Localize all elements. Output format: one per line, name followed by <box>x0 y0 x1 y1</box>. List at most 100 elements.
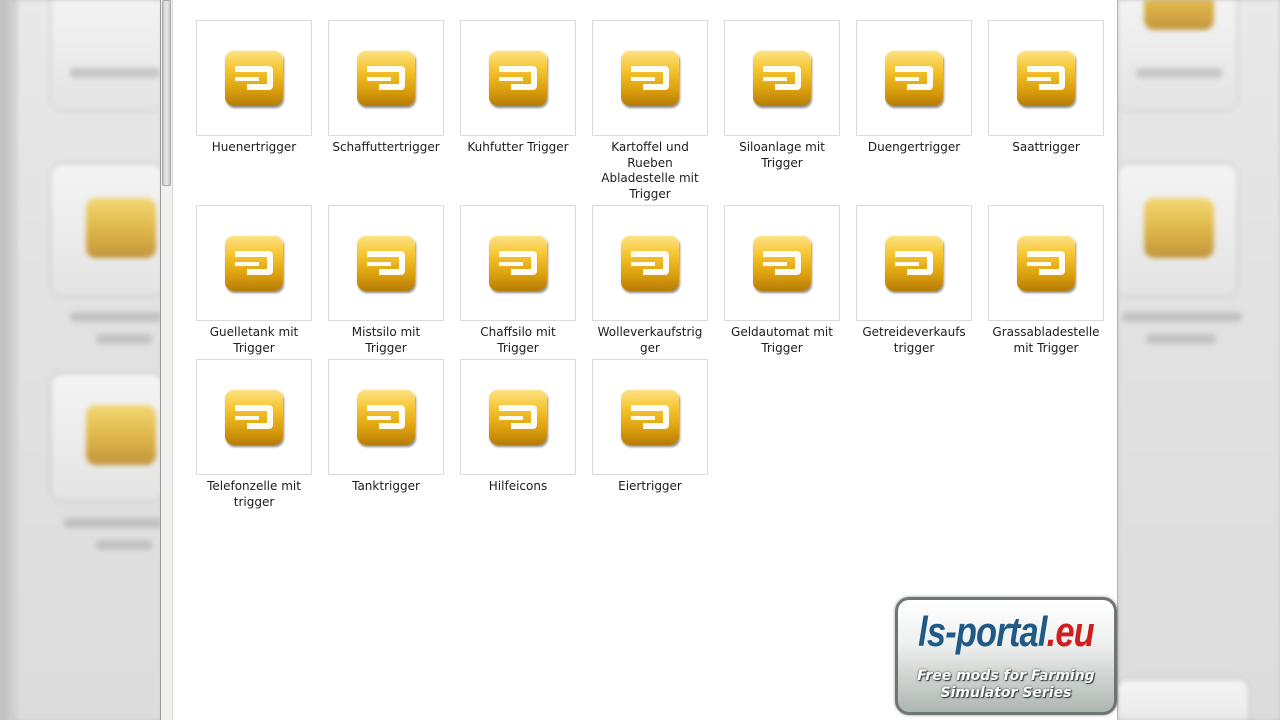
file-label[interactable]: Guelletank mit Trigger <box>196 325 312 356</box>
file-item[interactable]: Geldautomat mit Trigger <box>724 205 840 356</box>
file-item[interactable]: Kuhfutter Trigger <box>460 20 576 156</box>
file-item[interactable]: Eiertrigger <box>592 359 708 495</box>
file-item[interactable]: Kartoffel und Rueben Abladestelle mit Tr… <box>592 20 708 202</box>
file-label[interactable]: Kartoffel und Rueben Abladestelle mit Tr… <box>592 140 708 202</box>
file-item[interactable]: Getreideverkaufstrigger <box>856 205 972 356</box>
watermark-logo-part1: ls-portal <box>918 608 1047 655</box>
file-thumbnail[interactable] <box>460 205 576 321</box>
file-icon <box>621 235 679 291</box>
file-thumbnail[interactable] <box>856 20 972 136</box>
file-item[interactable]: Siloanlage mit Trigger <box>724 20 840 171</box>
file-thumbnail[interactable] <box>724 20 840 136</box>
file-icon-glyph <box>763 251 801 275</box>
file-thumbnail[interactable] <box>460 20 576 136</box>
file-icon-glyph <box>895 251 933 275</box>
file-icon <box>225 235 283 291</box>
file-icon <box>225 389 283 445</box>
file-item[interactable]: Chaffsilo mit Trigger <box>460 205 576 356</box>
file-thumbnail[interactable] <box>460 359 576 475</box>
file-label[interactable]: Hilfeicons <box>460 479 576 495</box>
file-label[interactable]: Huenertrigger <box>196 140 312 156</box>
file-thumbnail[interactable] <box>988 20 1104 136</box>
background-tile <box>52 0 162 110</box>
watermark-tagline-line1: Free mods for Farming <box>917 668 1095 684</box>
file-item[interactable]: Mistsilo mit Trigger <box>328 205 444 356</box>
file-icon-glyph <box>895 66 933 90</box>
file-item[interactable]: Telefonzelle mit trigger <box>196 359 312 510</box>
file-item[interactable]: Duengertrigger <box>856 20 972 156</box>
file-item[interactable]: Guelletank mit Trigger <box>196 205 312 356</box>
file-label[interactable]: Mistsilo mit Trigger <box>328 325 444 356</box>
background-label <box>1136 68 1222 78</box>
file-label[interactable]: Kuhfutter Trigger <box>460 140 576 156</box>
file-label[interactable]: Chaffsilo mit Trigger <box>460 325 576 356</box>
background-label <box>96 334 152 344</box>
background-icon <box>1144 198 1214 258</box>
file-icon <box>885 50 943 106</box>
background-icon <box>86 198 156 258</box>
file-item[interactable]: Grassabladestelle mit Trigger <box>988 205 1104 356</box>
watermark-tagline: Free mods for Farming Simulator Series <box>898 668 1114 702</box>
file-icon-glyph <box>235 405 273 429</box>
file-thumbnail[interactable] <box>196 359 312 475</box>
file-icon-glyph <box>499 66 537 90</box>
file-icon-glyph <box>763 66 801 90</box>
background-icon <box>86 405 156 465</box>
file-thumbnail[interactable] <box>724 205 840 321</box>
file-label[interactable]: Grassabladestelle mit Trigger <box>988 325 1104 356</box>
file-label[interactable]: Schaffuttertrigger <box>328 140 444 156</box>
file-icon-glyph <box>499 251 537 275</box>
scrollbar[interactable] <box>161 0 173 720</box>
file-thumbnail[interactable] <box>592 205 708 321</box>
file-thumbnail[interactable] <box>856 205 972 321</box>
scrollbar-thumb[interactable] <box>162 0 171 186</box>
file-item[interactable]: Saattrigger <box>988 20 1104 156</box>
file-icon-glyph <box>235 66 273 90</box>
file-thumbnail[interactable] <box>328 359 444 475</box>
file-thumbnail[interactable] <box>328 20 444 136</box>
file-icon-glyph <box>1027 251 1065 275</box>
file-icon <box>225 50 283 106</box>
file-icon <box>489 389 547 445</box>
background-label <box>70 312 162 322</box>
file-icon <box>885 235 943 291</box>
file-item[interactable]: Huenertrigger <box>196 20 312 156</box>
file-icon <box>357 389 415 445</box>
file-icon <box>753 50 811 106</box>
watermark-logo: ls-portal.eu Free mods for Farming Simul… <box>895 597 1117 715</box>
background-icon <box>1144 0 1214 30</box>
file-icon <box>621 50 679 106</box>
file-label[interactable]: Telefonzelle mit trigger <box>196 479 312 510</box>
file-label[interactable]: Getreideverkaufstrigger <box>856 325 972 356</box>
background-label <box>70 68 160 78</box>
file-label[interactable]: Eiertrigger <box>592 479 708 495</box>
background-left <box>0 0 162 720</box>
file-label[interactable]: Geldautomat mit Trigger <box>724 325 840 356</box>
file-label[interactable]: Duengertrigger <box>856 140 972 156</box>
background-label <box>64 518 162 528</box>
file-label[interactable]: Saattrigger <box>988 140 1104 156</box>
file-icon <box>489 50 547 106</box>
background-label <box>96 540 152 550</box>
file-item[interactable]: Tanktrigger <box>328 359 444 495</box>
file-thumbnail[interactable] <box>592 20 708 136</box>
background-label <box>1146 334 1216 344</box>
file-thumbnail[interactable] <box>328 205 444 321</box>
file-thumbnail[interactable] <box>988 205 1104 321</box>
file-thumbnail[interactable] <box>196 205 312 321</box>
file-icon-glyph <box>1027 66 1065 90</box>
file-label[interactable]: Tanktrigger <box>328 479 444 495</box>
file-thumbnail[interactable] <box>592 359 708 475</box>
file-icon-glyph <box>367 66 405 90</box>
file-icon-glyph <box>631 405 669 429</box>
file-label[interactable]: Wolleverkaufstrigger <box>592 325 708 356</box>
file-label[interactable]: Siloanlage mit Trigger <box>724 140 840 171</box>
file-icon-glyph <box>367 251 405 275</box>
file-item[interactable]: Schaffuttertrigger <box>328 20 444 156</box>
file-thumbnail[interactable] <box>196 20 312 136</box>
file-icon <box>357 235 415 291</box>
file-icon-glyph <box>631 251 669 275</box>
file-item[interactable]: Wolleverkaufstrigger <box>592 205 708 356</box>
file-icon <box>753 235 811 291</box>
file-item[interactable]: Hilfeicons <box>460 359 576 495</box>
